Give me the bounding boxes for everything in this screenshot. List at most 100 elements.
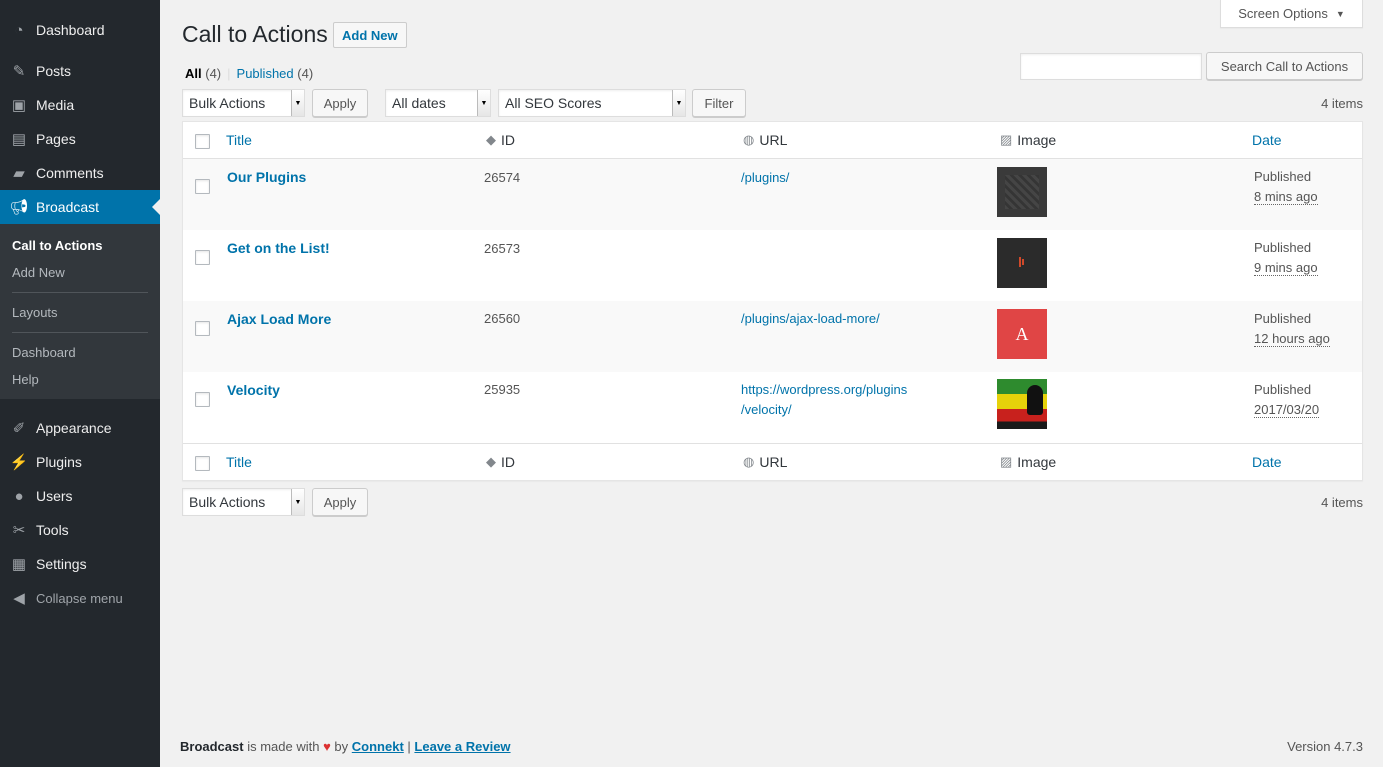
column-image-footer: ▨ Image (1000, 454, 1057, 470)
row-date: Published 12 hours ago (1254, 311, 1330, 347)
row-title-link[interactable]: Ajax Load More (227, 311, 331, 327)
column-date-footer[interactable]: Date (1252, 454, 1282, 470)
tag-icon: ◆ (486, 454, 496, 469)
row-date: Published 8 mins ago (1254, 169, 1318, 205)
row-id: 26560 (484, 311, 521, 326)
select-all-checkbox[interactable] (195, 456, 210, 471)
submenu-add-new[interactable]: Add New (0, 259, 160, 286)
row-thumbnail (997, 379, 1047, 429)
globe-icon: ◍ (743, 454, 755, 469)
submenu-call-to-actions[interactable]: Call to Actions (0, 232, 160, 259)
dashboard-icon: ◔ (14, 21, 24, 39)
users-icon: ● (14, 487, 24, 505)
row-thumbnail (997, 167, 1047, 217)
chevron-down-icon: ▼ (291, 90, 304, 116)
sidebar-item-tools[interactable]: ✂ Tools (0, 513, 160, 547)
sidebar-item-broadcast[interactable]: 📢︎ Broadcast (0, 190, 160, 224)
row-thumbnail (997, 238, 1047, 288)
row-date: Published 9 mins ago (1254, 240, 1318, 276)
globe-icon: ◍ (743, 132, 755, 147)
row-thumbnail: A (997, 309, 1047, 359)
apply-button[interactable]: Apply (312, 89, 368, 117)
version-text: Version 4.7.3 (1287, 739, 1363, 754)
table-row: Our Plugins 26574 /plugins/ Published 8 … (183, 159, 1362, 230)
items-count-bottom: 4 items (1321, 495, 1363, 510)
dates-filter-select[interactable]: All dates ▼ (385, 89, 491, 117)
row-id: 26573 (484, 241, 521, 256)
sidebar-item-appearance[interactable]: ✐ Appearance (0, 411, 160, 445)
admin-sidebar: ◔ Dashboard ✎ Posts ▣ Media ▤ Pages ▰ Comment… (0, 0, 160, 767)
column-title-footer[interactable]: Title (226, 454, 252, 470)
wrench-icon: ✂ (12, 522, 26, 539)
brush-icon: ✐ (12, 420, 26, 437)
table-row: Velocity 25935 https://wordpress.org/plu… (183, 372, 1362, 443)
sidebar-item-posts[interactable]: ✎ Posts (0, 54, 160, 88)
apply-button-bottom[interactable]: Apply (312, 488, 368, 516)
row-title-link[interactable]: Velocity (227, 382, 280, 398)
filter-button[interactable]: Filter (692, 89, 746, 117)
select-all-checkbox[interactable] (195, 134, 210, 149)
sidebar-item-users[interactable]: ● Users (0, 479, 160, 513)
table-footer: Title ◆ ID ◍ URL ▨ Image Date (183, 443, 1362, 480)
collapse-menu-button[interactable]: ◀ Collapse menu (0, 581, 160, 615)
leave-review-link[interactable]: Leave a Review (414, 739, 510, 754)
row-url-link[interactable]: https://wordpress.org/plugins /velocity/ (741, 380, 907, 420)
main-content: Screen Options ▼ Call to Actions Add New … (160, 0, 1383, 767)
filter-all-link[interactable]: All (4) (185, 66, 221, 81)
caret-down-icon: ▼ (1335, 8, 1345, 19)
items-count: 4 items (1321, 96, 1363, 111)
row-checkbox[interactable] (195, 321, 210, 336)
row-checkbox[interactable] (195, 392, 210, 407)
column-id-header: ◆ ID (486, 132, 515, 148)
column-image-header: ▨ Image (1000, 132, 1057, 148)
cta-table: Title ◆ ID ◍ URL ▨ Image Date Our Plugins 2… (182, 121, 1363, 481)
submenu-layouts[interactable]: Layouts (0, 299, 160, 326)
column-url-footer: ◍ URL (743, 454, 788, 470)
connekt-link[interactable]: Connekt (352, 739, 404, 754)
add-new-button[interactable]: Add New (333, 22, 407, 48)
row-id: 26574 (484, 170, 521, 185)
row-date: Published 2017/03/20 (1254, 382, 1320, 418)
status-filter-links: All (4) | Published (4) (185, 66, 314, 81)
bulk-actions-select-bottom[interactable]: Bulk Actions ▼ (182, 488, 305, 516)
row-url-link[interactable]: /plugins/ajax-load-more/ (741, 309, 880, 329)
table-row: Ajax Load More 26560 /plugins/ajax-load-… (183, 301, 1362, 372)
settings-icon: ▦ (11, 556, 27, 573)
sidebar-item-plugins[interactable]: ⚡ Plugins (0, 445, 160, 479)
column-title-header[interactable]: Title (226, 132, 252, 148)
sidebar-item-settings[interactable]: ▦ Settings (0, 547, 160, 581)
search-button[interactable]: Search Call to Actions (1206, 52, 1363, 80)
broadcast-submenu: Call to Actions Add New Layouts Dashboar… (0, 224, 160, 399)
submenu-dashboard[interactable]: Dashboard (0, 339, 160, 366)
plugin-icon: ⚡ (9, 454, 29, 471)
heart-icon: ♥ (323, 739, 331, 754)
row-checkbox[interactable] (195, 179, 210, 194)
bulk-actions-select[interactable]: Bulk Actions ▼ (182, 89, 305, 117)
submenu-divider (12, 292, 148, 293)
sidebar-item-dashboard[interactable]: ◔ Dashboard (0, 13, 160, 47)
sidebar-item-comments[interactable]: ▰ Comments (0, 156, 160, 190)
seo-scores-select[interactable]: All SEO Scores ▼ (498, 89, 686, 117)
submenu-help[interactable]: Help (0, 366, 160, 393)
tag-icon: ◆ (486, 132, 496, 147)
row-checkbox[interactable] (195, 250, 210, 265)
megaphone-icon: 📢︎ (9, 199, 29, 216)
pin-icon: ✎ (12, 63, 26, 80)
image-icon: ▨ (1000, 132, 1013, 147)
column-id-footer: ◆ ID (486, 454, 515, 470)
chevron-down-icon: ▼ (672, 90, 685, 116)
sidebar-item-pages[interactable]: ▤ Pages (0, 122, 160, 156)
row-title-link[interactable]: Our Plugins (227, 169, 306, 185)
column-date-header[interactable]: Date (1252, 132, 1282, 148)
filter-published-link[interactable]: Published (4) (237, 66, 314, 81)
row-url-link[interactable]: /plugins/ (741, 168, 789, 188)
admin-footer-text: Broadcast is made with ♥ by Connekt | Le… (180, 739, 511, 754)
table-row: Get on the List! 26573 Published 9 mins … (183, 230, 1362, 301)
collapse-icon: ◀ (13, 590, 25, 607)
sidebar-item-media[interactable]: ▣ Media (0, 88, 160, 122)
chevron-down-icon: ▼ (477, 90, 490, 116)
row-title-link[interactable]: Get on the List! (227, 240, 330, 256)
screen-options-button[interactable]: Screen Options ▼ (1220, 0, 1363, 28)
row-id: 25935 (484, 382, 521, 397)
search-input[interactable] (1020, 53, 1202, 80)
